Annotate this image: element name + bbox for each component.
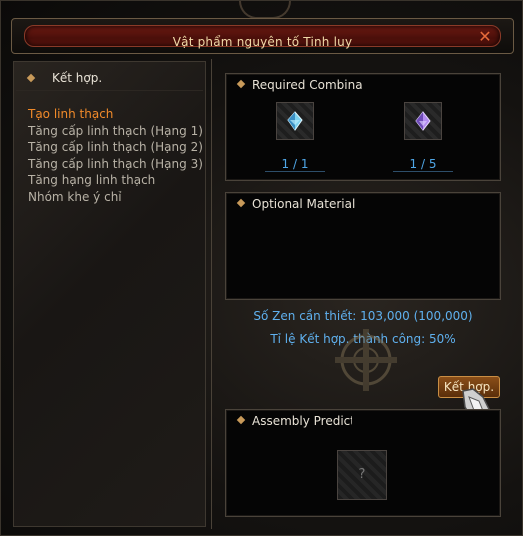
required-title: Required Combina [252, 78, 363, 92]
menu-title: Kết hợp. [52, 71, 103, 85]
recipe-list: Tạo linh thạch Tăng cấp linh thạch (Hạng… [28, 106, 203, 205]
bullet-diamond-icon [236, 79, 246, 89]
bullet-diamond-icon [236, 198, 246, 208]
recipe-upgrade-rank-3[interactable]: Tăng cấp linh thạch (Hạng 3) [28, 156, 203, 173]
prediction-title: Assembly Predictic [252, 414, 352, 428]
window-title: Vật phẩm nguyên tố Tinh luy [172, 35, 353, 49]
recipe-rank-up[interactable]: Tăng hạng linh thạch [28, 172, 203, 189]
recipe-menu-panel: Kết hợp. Tạo linh thạch Tăng cấp linh th… [13, 61, 206, 527]
optional-panel[interactable]: Optional Material [225, 192, 501, 300]
recipe-upgrade-rank-2[interactable]: Tăng cấp linh thạch (Hạng 2) [28, 139, 203, 156]
required-slot-1[interactable] [276, 102, 314, 140]
bullet-diamond-icon [26, 73, 36, 83]
recipe-upgrade-rank-1[interactable]: Tăng cấp linh thạch (Hạng 1) [28, 123, 203, 140]
combination-window: Vật phẩm nguyên tố Tinh luy ✕ Kết hợp. T… [0, 0, 523, 536]
required-count-2: 1 / 5 [393, 157, 453, 172]
emblem-icon [335, 329, 397, 391]
title-plate: Vật phẩm nguyên tố Tinh luy [24, 25, 501, 49]
panel-divider [211, 59, 212, 529]
optional-title: Optional Material [252, 197, 356, 211]
required-count-1: 1 / 1 [265, 157, 325, 172]
top-ornament [239, 1, 291, 19]
recipe-create-stone[interactable]: Tạo linh thạch [28, 106, 203, 123]
title-bar[interactable]: Vật phẩm nguyên tố Tinh luy ✕ [11, 18, 514, 54]
menu-header: Kết hợp. [16, 66, 203, 91]
required-slot-2[interactable] [404, 102, 442, 140]
blue-crystal-icon [287, 111, 303, 131]
question-mark-icon: ? [358, 467, 366, 482]
recipe-slot-group[interactable]: Nhóm khe ý chỉ [28, 189, 203, 206]
purple-crystal-icon [415, 111, 431, 131]
required-panel: Required Combina 1 / 1 1 / 5 [225, 73, 501, 181]
bullet-diamond-icon [236, 415, 246, 425]
close-icon[interactable]: ✕ [477, 29, 493, 45]
prediction-result-slot[interactable]: ? [337, 450, 387, 500]
zen-cost-text: Số Zen cần thiết: 103,000 (100,000) [253, 309, 473, 323]
